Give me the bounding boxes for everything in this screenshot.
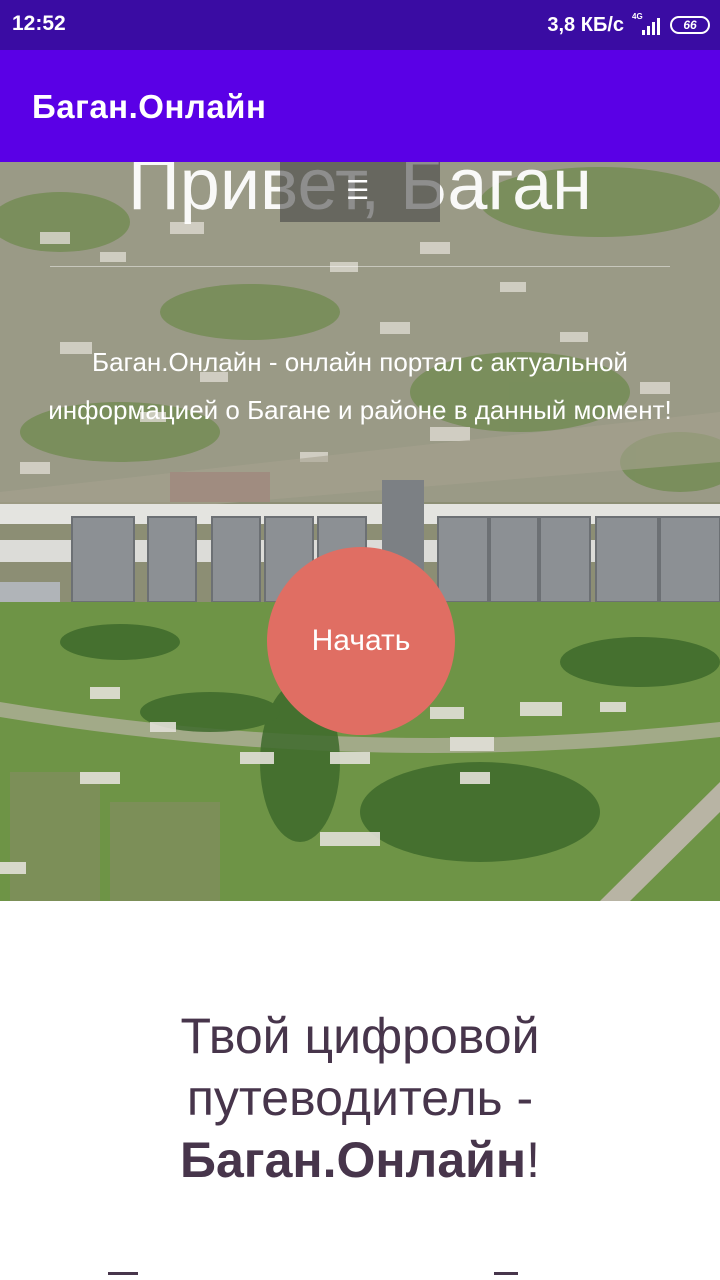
status-bar: 12:52 3,8 КБ/с 4G 66 [0,0,720,50]
app-title: Баган.Онлайн [32,88,267,125]
battery-icon: 66 [670,16,710,34]
battery-level: 66 [683,18,697,32]
hero-section: Привет, Баган ☰ Баган.Онлайн - онлайн по… [0,162,720,901]
cropped-glyph [494,1272,518,1275]
guide-title-line2: путеводитель - [186,1070,534,1126]
status-indicators: 3,8 КБ/с 4G 66 [547,11,710,39]
network-type: 4G [632,12,643,21]
guide-title-line3: Баган.Онлайн! [60,1129,660,1191]
status-time: 12:52 [12,12,66,35]
network-speed: 3,8 КБ/с [547,13,624,36]
app-bar: Баган.Онлайн [0,50,720,162]
menu-icon[interactable]: ☰ [346,177,369,203]
hero-description: Баган.Онлайн - онлайн портал с актуально… [48,347,672,425]
guide-title-brand: Баган.Онлайн [180,1132,527,1188]
hero-background-image [0,162,720,901]
guide-title: Твой цифровой путеводитель - Баган.Онлай… [60,1005,660,1191]
cropped-text-line [0,1262,720,1280]
cropped-glyph [108,1272,138,1275]
hero-divider [50,266,670,267]
guide-title-exclamation: ! [526,1132,540,1188]
signal-icon: 4G [632,12,662,37]
guide-title-line1: Твой цифровой [180,1008,540,1064]
start-button[interactable]: Начать [267,547,455,735]
